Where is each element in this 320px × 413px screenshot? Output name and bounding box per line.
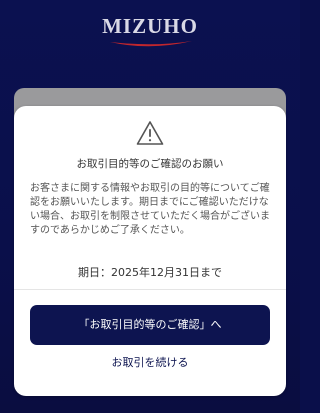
mizuho-logo: MIZUHO xyxy=(0,14,300,49)
continue-transaction-link[interactable]: お取引を続ける xyxy=(14,352,286,374)
confirmation-dialog: お取引目的等のご確認のお願い お客さまに関する情報やお取引の目的等についてご確認… xyxy=(14,106,286,396)
dialog-title: お取引目的等のご確認のお願い xyxy=(76,158,224,170)
warning-triangle-icon xyxy=(136,121,164,145)
confirm-purpose-button[interactable]: 「お取引目的等のご確認」へ xyxy=(30,305,270,345)
divider xyxy=(14,289,286,290)
dialog-message: お客さまに関する情報やお取引の目的等についてご確認をお願いいたします。期日までに… xyxy=(30,183,270,236)
deadline-text: 期日：2025年12月31日まで xyxy=(78,266,222,279)
logo-wordmark: MIZUHO xyxy=(102,14,198,38)
